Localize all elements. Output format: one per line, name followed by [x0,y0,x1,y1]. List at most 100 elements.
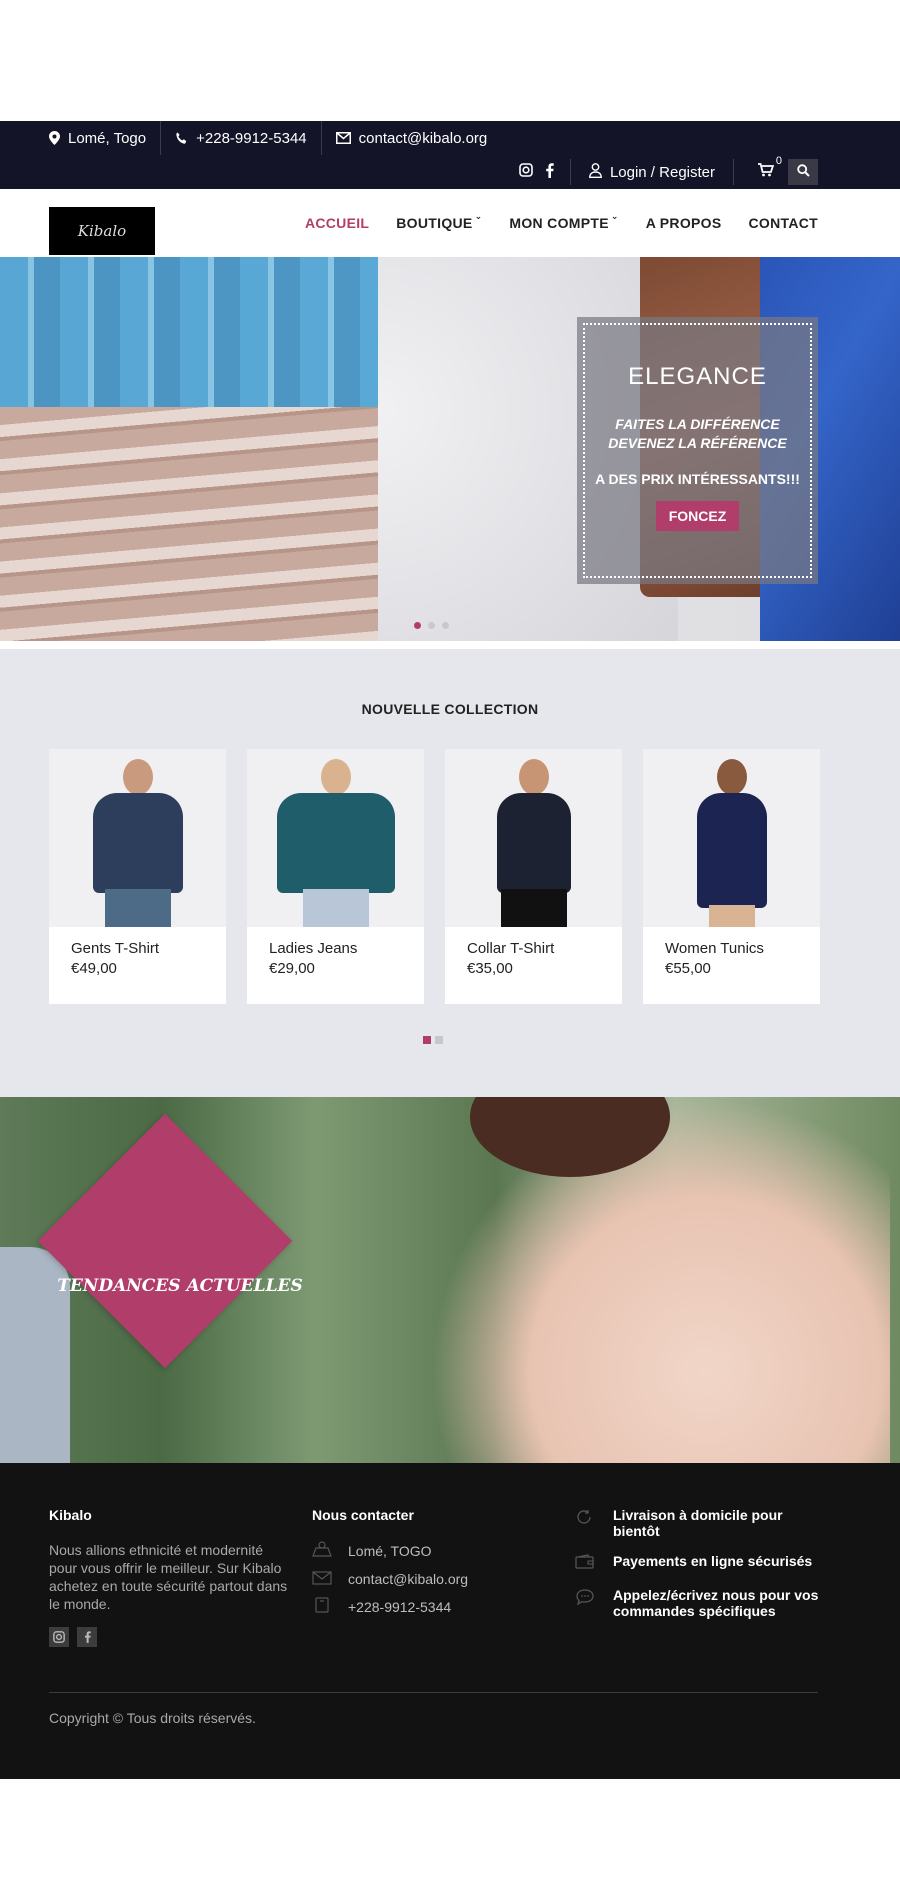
login-register-label: Login / Register [609,163,715,181]
main-navbar: Kibalo ACCUEIL BOUTIQUE ⌄ MON COMPTE ⌄ A P… [0,189,900,257]
hero-line-2: DEVENEZ LA RÉFÉRENCE [608,435,787,451]
footer-about: Kibalo Nous allions ethnicité et moderni… [49,1507,289,1647]
product-card[interactable]: Women Tunics €55,00 [643,749,820,1004]
footer-contact-phone: +228-9912-5344 [312,1597,552,1616]
cart-count: 0 [775,155,782,167]
product-name[interactable]: Collar T-Shirt [467,940,600,957]
hero-line-3: A DES PRIX INTÉRESSANTS!!! [595,471,800,487]
nav-label: ACCUEIL [304,215,370,231]
hero-pagination [414,622,449,629]
top-bar-actions: Login / Register 0 [519,155,818,189]
main-menu: ACCUEIL BOUTIQUE ⌄ MON COMPTE ⌄ A PROPOS C… [305,189,818,257]
footer-contact: Nous contacter Lomé, TOGO contact@kibalo… [312,1507,552,1625]
footer-contact-email: contact@kibalo.org [312,1569,552,1588]
chevron-down-icon: ⌄ [610,211,619,221]
cart-icon [758,163,775,181]
new-collection-section: NOUVELLE COLLECTION Gents T-Shirt €49,00… [0,649,900,1097]
cart-button[interactable]: 0 [758,155,782,181]
nav-item-boutique[interactable]: BOUTIQUE ⌄ [396,211,482,231]
top-bar: Lomé, Togo +228-9912-5344 contact@kibalo… [0,121,900,189]
instagram-icon[interactable] [519,163,533,181]
product-image [445,749,622,927]
nav-label: CONTACT [748,215,818,231]
nav-item-a-propos[interactable]: A PROPOS [646,215,722,231]
collection-dot-2[interactable] [435,1036,443,1044]
product-name[interactable]: Gents T-Shirt [71,940,204,957]
collection-dot-1[interactable] [423,1036,431,1044]
product-card[interactable]: Collar T-Shirt €35,00 [445,749,622,1004]
chevron-down-icon: ⌄ [474,211,483,221]
location-item: Lomé, Togo [49,121,162,155]
product-image [247,749,424,927]
product-carousel: Gents T-Shirt €49,00 Ladies Jeans €29,00 [49,749,820,1004]
hero-dot-2[interactable] [428,622,435,629]
feature-delivery: Livraison à domicile pour bientôt [575,1507,825,1539]
nav-item-mon-compte[interactable]: MON COMPTE ⌄ [509,211,618,231]
hero-dot-3[interactable] [442,622,449,629]
trends-label[interactable]: TENDANCES ACTUELLES [50,1276,310,1296]
product-image [49,749,226,927]
product-card[interactable]: Gents T-Shirt €49,00 [49,749,226,1004]
foncez-button[interactable]: FONCEZ [655,501,740,531]
login-register-link[interactable]: Login / Register [569,159,734,185]
phone-item: +228-9912-5344 [175,121,322,155]
feature-payment-text: Payements en ligne sécurisés [613,1553,813,1569]
site-logo[interactable]: Kibalo [49,207,155,255]
site-footer: Kibalo Nous allions ethnicité et moderni… [0,1463,900,1779]
instagram-icon[interactable] [49,1627,69,1647]
collection-pagination [423,1036,443,1044]
footer-phone-text: +228-9912-5344 [348,1598,452,1615]
hero-background-building [0,257,378,407]
product-price: €55,00 [665,960,711,977]
social-links [519,162,554,182]
envelope-icon [335,132,351,144]
collection-title: NOUVELLE COLLECTION [361,701,539,717]
location-text: Lomé, Togo [68,129,147,147]
nav-item-contact[interactable]: CONTACT [749,215,819,231]
feature-contact-text: Appelez/écrivez nous pour vos commandes … [613,1587,819,1619]
feature-contact: Appelez/écrivez nous pour vos commandes … [575,1587,825,1619]
product-image [643,749,820,927]
email-item: contact@kibalo.org [335,121,502,155]
trends-diamond[interactable] [37,1113,293,1369]
footer-divider [49,1692,818,1693]
search-icon [796,163,810,181]
refresh-icon [575,1508,595,1529]
footer-contact-title: Nous contacter [312,1507,414,1523]
map-icon [312,1541,332,1560]
footer-about-text: Nous allions ethnicité et modernité pour… [49,1542,288,1612]
nav-label: BOUTIQUE [396,215,473,231]
product-price: €35,00 [467,960,513,977]
product-name[interactable]: Ladies Jeans [269,940,402,957]
hero-dot-1[interactable] [414,622,421,629]
product-price: €29,00 [269,960,315,977]
wallet-icon [575,1554,595,1573]
logo-text: Kibalo [77,222,127,240]
footer-about-title: Kibalo [49,1507,92,1523]
product-name[interactable]: Women Tunics [665,940,798,957]
hero-slider: ELEGANCE FAITES LA DIFFÉRENCE DEVENEZ LA… [0,257,900,641]
search-button[interactable] [788,159,818,185]
phone-text: +228-9912-5344 [196,129,307,147]
footer-email-text[interactable]: contact@kibalo.org [348,1571,468,1587]
chat-icon [575,1588,595,1609]
top-bar-contact: Lomé, Togo +228-9912-5344 contact@kibalo… [49,121,515,155]
facebook-icon[interactable] [77,1627,97,1647]
map-pin-icon [49,131,60,145]
envelope-icon [312,1569,332,1588]
footer-social-links [49,1627,289,1647]
phone-icon [175,132,188,145]
footer-features: Livraison à domicile pour bientôt Payeme… [575,1507,825,1633]
email-text[interactable]: contact@kibalo.org [359,130,488,147]
footer-contact-location: Lomé, TOGO [312,1541,552,1560]
product-card[interactable]: Ladies Jeans €29,00 [247,749,424,1004]
nav-label: MON COMPTE [509,215,609,231]
feature-payment: Payements en ligne sécurisés [575,1553,825,1573]
hero-caption-box: ELEGANCE FAITES LA DIFFÉRENCE DEVENEZ LA… [577,317,818,584]
phone-icon [312,1597,332,1616]
facebook-icon[interactable] [545,162,554,182]
nav-item-accueil[interactable]: ACCUEIL [305,215,369,231]
nav-label: A PROPOS [645,215,722,231]
copyright-text: Copyright © Tous droits réservés. [49,1710,256,1726]
feature-delivery-text: Livraison à domicile pour bientôt [613,1507,783,1539]
